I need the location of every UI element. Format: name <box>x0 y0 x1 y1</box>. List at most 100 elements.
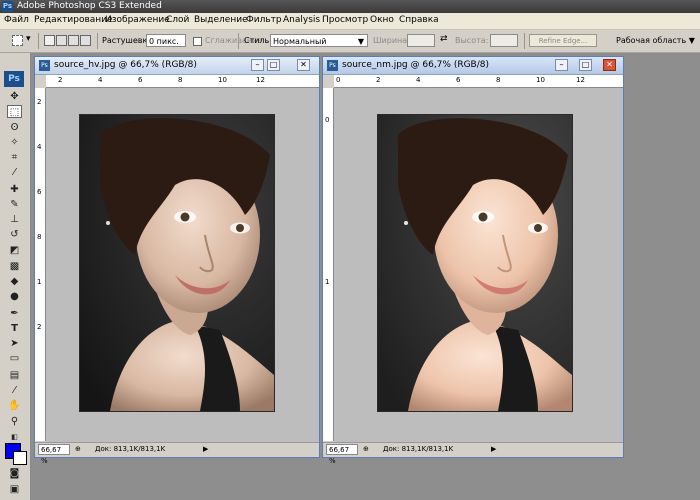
ruler-label: 12 <box>576 76 585 84</box>
gradient-tool-icon[interactable]: ▩ <box>7 260 22 273</box>
vertical-ruler: 0 1 <box>323 88 334 441</box>
zoom-level-field[interactable]: 66,67 % <box>326 444 358 465</box>
maximize-button[interactable]: □ <box>267 59 280 71</box>
menu-edit[interactable]: Редактирование <box>34 15 113 25</box>
type-tool-icon[interactable]: T <box>7 322 22 335</box>
new-selection-icon[interactable] <box>44 35 55 46</box>
style-label: Стиль: <box>244 36 272 45</box>
background-color-swatch[interactable] <box>13 451 27 465</box>
document-title-bar[interactable]: Ps source_nm.jpg @ 66,7% (RGB/8) – □ ✕ <box>323 57 623 75</box>
eyedropper-sample-tool-icon[interactable]: ⁄ <box>7 384 22 397</box>
status-menu-icon[interactable]: ⊕ <box>363 445 369 453</box>
dodge-tool-icon[interactable]: ● <box>7 290 22 303</box>
ruler-label: 2 <box>58 76 63 84</box>
menu-bar: Файл Редактирование Изображение Слой Выд… <box>0 13 700 30</box>
antialias-checkbox[interactable] <box>193 37 202 46</box>
menu-select[interactable]: Выделение <box>194 15 248 25</box>
chevron-down-icon: ▼ <box>357 37 364 46</box>
preset-dropdown-arrow-icon[interactable]: ▾ <box>26 34 31 44</box>
menu-layer[interactable]: Слой <box>166 15 189 25</box>
swap-dimensions-icon[interactable]: ⇄ <box>440 34 448 44</box>
menu-help[interactable]: Справка <box>399 15 439 25</box>
history-brush-tool-icon[interactable]: ↺ <box>7 228 22 241</box>
add-selection-icon[interactable] <box>56 35 67 46</box>
menu-image[interactable]: Изображение <box>105 15 170 25</box>
feather-input[interactable]: 0 пикс. <box>146 34 186 47</box>
subtract-selection-icon[interactable] <box>68 35 79 46</box>
status-bar: 66,67 % ⊕ Док: 813,1K/813,1K ▶ <box>323 442 623 465</box>
close-button[interactable]: ✕ <box>603 59 616 71</box>
portrait-image-hv <box>79 114 275 412</box>
document-title: source_nm.jpg @ 66,7% (RGB/8) <box>342 60 490 70</box>
menu-filter[interactable]: Фильтр <box>246 15 282 25</box>
menu-window[interactable]: Окно <box>370 15 394 25</box>
ruler-label: 1 <box>37 278 42 286</box>
workspace-menu[interactable]: Рабочая область ▼ <box>616 36 695 45</box>
status-menu-icon[interactable]: ⊕ <box>75 445 81 453</box>
refine-edge-button[interactable]: Refine Edge... <box>529 34 597 47</box>
pen-tool-icon[interactable]: ✒ <box>7 307 22 320</box>
minimize-button[interactable]: – <box>251 59 264 71</box>
ruler-label: 4 <box>37 143 42 151</box>
crop-tool-icon[interactable]: ⌗ <box>7 151 22 164</box>
ruler-label: 6 <box>456 76 461 84</box>
ruler-label: 0 <box>336 76 341 84</box>
lasso-tool-icon[interactable]: ʘ <box>7 121 22 134</box>
minimize-button[interactable]: – <box>555 59 568 71</box>
photoshop-logo: Ps <box>4 71 24 87</box>
portrait-photo <box>378 115 572 411</box>
zoom-level-field[interactable]: 66,67 % <box>38 444 70 465</box>
document-icon: Ps <box>39 60 50 71</box>
options-bar: ▾ Растушевка: 0 пикс. Сглаживание Стиль:… <box>0 30 700 53</box>
ruler-label: 2 <box>37 323 42 331</box>
close-button[interactable]: ✕ <box>297 59 310 71</box>
move-tool-icon[interactable]: ✥ <box>7 90 22 103</box>
document-size-info: Док: 813,1K/813,1K <box>95 445 166 453</box>
quick-mask-icon[interactable]: ◙ <box>7 467 22 480</box>
document-title: source_hv.jpg @ 66,7% (RGB/8) <box>54 60 197 70</box>
ruler-label: 2 <box>37 98 42 106</box>
width-input[interactable] <box>407 34 435 47</box>
canvas-area[interactable] <box>46 88 319 442</box>
eraser-tool-icon[interactable]: ◩ <box>7 244 22 257</box>
magic-wand-tool-icon[interactable]: ✧ <box>7 136 22 149</box>
horizontal-ruler: 0 2 4 6 8 10 12 <box>334 75 623 88</box>
notes-tool-icon[interactable]: ▤ <box>7 369 22 382</box>
eyedropper-tool-icon[interactable]: ⁄ <box>7 166 22 179</box>
portrait-photo <box>80 115 274 411</box>
clone-stamp-tool-icon[interactable]: ⊥ <box>7 213 22 226</box>
document-title-bar[interactable]: Ps source_hv.jpg @ 66,7% (RGB/8) – □ ✕ <box>35 57 319 75</box>
menu-analysis[interactable]: Analysis <box>283 15 320 25</box>
intersect-selection-icon[interactable] <box>80 35 91 46</box>
shape-tool-icon[interactable]: ▭ <box>7 352 22 365</box>
ruler-label: 8 <box>178 76 183 84</box>
canvas-area[interactable] <box>334 88 623 442</box>
ruler-label: 6 <box>138 76 143 84</box>
document-window-source-hv: Ps source_hv.jpg @ 66,7% (RGB/8) – □ ✕ 2… <box>34 56 320 465</box>
ruler-label: 6 <box>37 188 42 196</box>
app-title: Adobe Photoshop CS3 Extended <box>17 1 162 11</box>
healing-brush-tool-icon[interactable]: ✚ <box>7 183 22 196</box>
maximize-button[interactable]: □ <box>579 59 592 71</box>
height-input[interactable] <box>490 34 518 47</box>
status-arrow-icon[interactable]: ▶ <box>491 445 496 453</box>
status-arrow-icon[interactable]: ▶ <box>203 445 208 453</box>
style-select[interactable]: Нормальный ▼ <box>270 34 368 47</box>
app-title-bar: Ps Adobe Photoshop CS3 Extended <box>0 0 700 13</box>
zoom-tool-icon[interactable]: ⚲ <box>7 415 22 428</box>
ruler-label: 8 <box>37 233 42 241</box>
path-selection-tool-icon[interactable]: ➤ <box>7 337 22 350</box>
menu-view[interactable]: Просмотр <box>322 15 368 25</box>
photoshop-app-icon: Ps <box>2 1 13 12</box>
brush-tool-icon[interactable]: ✎ <box>7 198 22 211</box>
ruler-label: 8 <box>496 76 501 84</box>
screen-mode-icon[interactable]: ▣ <box>7 483 22 496</box>
rectangular-marquee-tool-icon[interactable]: ⬚ <box>7 105 22 118</box>
blur-tool-icon[interactable]: ◆ <box>7 275 22 288</box>
ruler-label: 1 <box>325 278 330 286</box>
document-icon: Ps <box>327 60 338 71</box>
marquee-preset-icon[interactable] <box>12 35 23 46</box>
hand-tool-icon[interactable]: ✋ <box>7 399 22 412</box>
menu-file[interactable]: Файл <box>4 15 29 25</box>
ruler-label: 12 <box>256 76 265 84</box>
